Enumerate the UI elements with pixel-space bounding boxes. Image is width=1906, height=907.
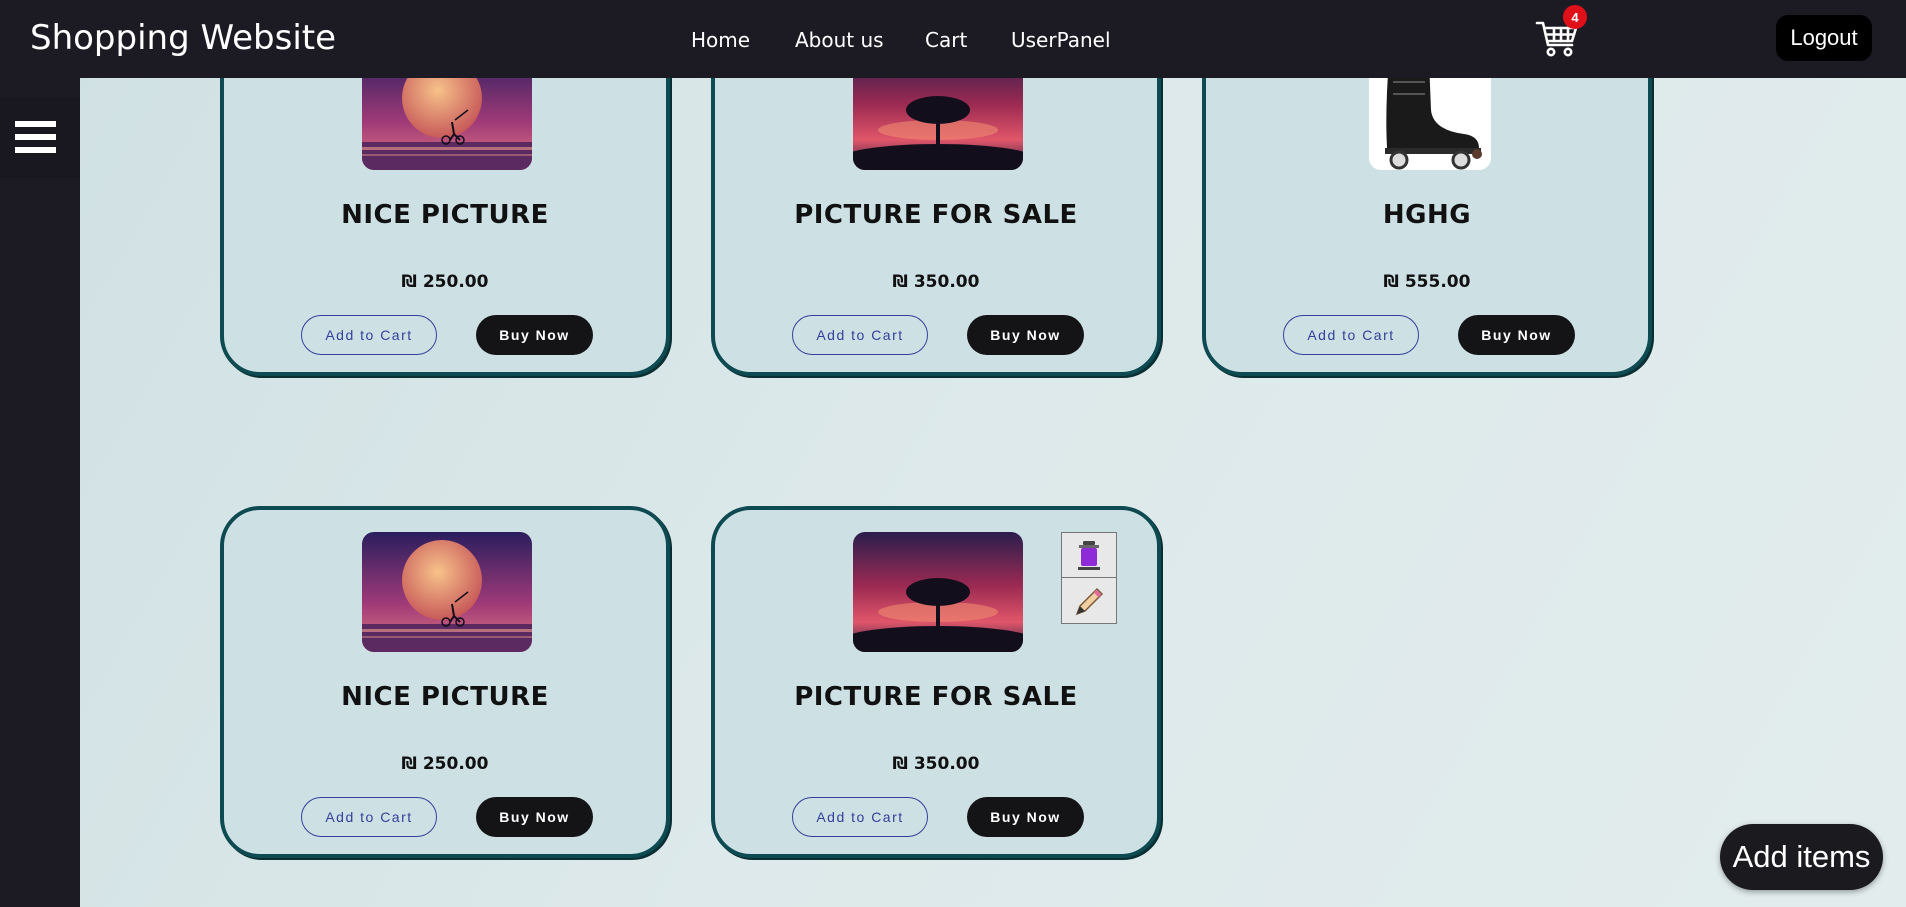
admin-tools xyxy=(1061,532,1117,624)
hamburger-menu-icon[interactable] xyxy=(0,97,80,179)
product-title: HGHG xyxy=(1382,200,1472,230)
top-navbar: Shopping Website Home About us Cart User… xyxy=(0,0,1906,78)
add-items-button[interactable]: Add items xyxy=(1720,824,1883,890)
add-to-cart-button[interactable]: Add to Cart xyxy=(301,797,437,837)
add-to-cart-button[interactable]: Add to Cart xyxy=(792,797,928,837)
product-price: ₪ 350.00 xyxy=(892,272,980,292)
pencil-icon[interactable] xyxy=(1062,579,1116,624)
product-title: NICE PICTURE xyxy=(341,200,549,230)
tree-sunset-image xyxy=(853,532,1023,652)
product-price: ₪ 555.00 xyxy=(1383,272,1471,292)
product-price: ₪ 250.00 xyxy=(401,754,489,774)
add-to-cart-button[interactable]: Add to Cart xyxy=(301,315,437,355)
product-price: ₪ 350.00 xyxy=(892,754,980,774)
nav-about-us[interactable]: About us xyxy=(795,28,884,52)
product-card: NICE PICTURE ₪ 250.00 Add to Cart Buy No… xyxy=(220,506,670,858)
buy-now-button[interactable]: Buy Now xyxy=(967,797,1084,837)
brand-title[interactable]: Shopping Website xyxy=(30,18,336,58)
nav-home[interactable]: Home xyxy=(691,28,750,52)
moon-cyclist-image xyxy=(362,532,532,652)
buy-now-button[interactable]: Buy Now xyxy=(967,315,1084,355)
product-title: PICTURE FOR SALE xyxy=(794,682,1078,712)
sidebar xyxy=(0,78,80,907)
buy-now-button[interactable]: Buy Now xyxy=(476,315,593,355)
product-price: ₪ 250.00 xyxy=(401,272,489,292)
logout-button[interactable]: Logout xyxy=(1776,15,1872,61)
nav-userpanel[interactable]: UserPanel xyxy=(1011,28,1111,52)
add-to-cart-button[interactable]: Add to Cart xyxy=(792,315,928,355)
buy-now-button[interactable]: Buy Now xyxy=(476,797,593,837)
nav-cart[interactable]: Cart xyxy=(925,28,967,52)
cart-count-badge: 4 xyxy=(1563,5,1587,29)
product-title: NICE PICTURE xyxy=(341,682,549,712)
trash-icon[interactable] xyxy=(1062,533,1116,578)
buy-now-button[interactable]: Buy Now xyxy=(1458,315,1575,355)
product-card: PICTURE FOR SALE ₪ 350.00 Add to Cart Bu… xyxy=(711,506,1161,858)
product-title: PICTURE FOR SALE xyxy=(794,200,1078,230)
add-to-cart-button[interactable]: Add to Cart xyxy=(1283,315,1419,355)
